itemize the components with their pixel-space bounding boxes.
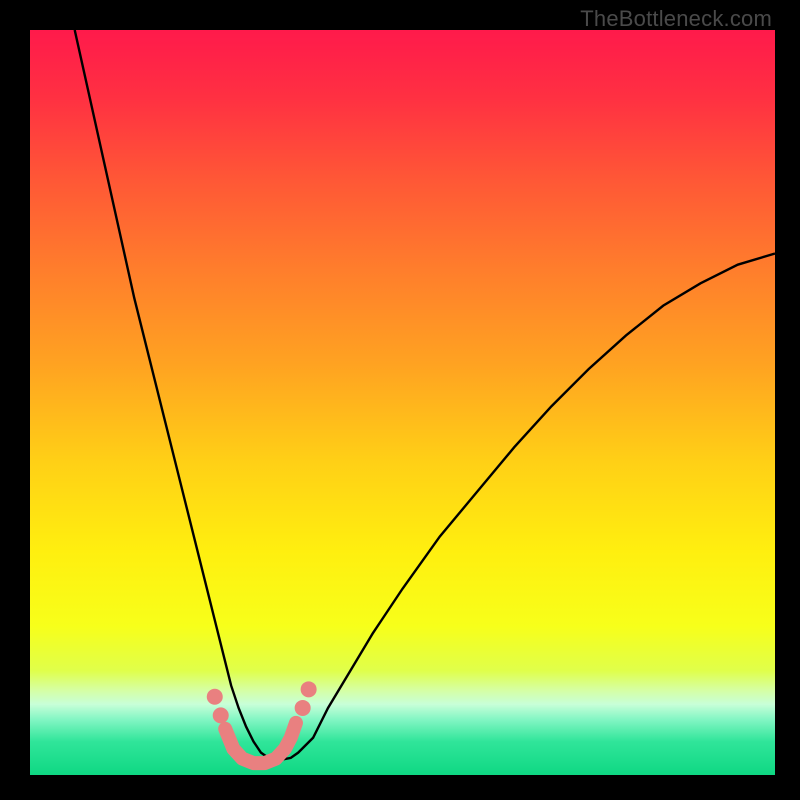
plot-area: [30, 30, 775, 775]
plot-svg: [30, 30, 775, 775]
watermark-text: TheBottleneck.com: [580, 6, 772, 32]
chart-frame: TheBottleneck.com: [0, 0, 800, 800]
